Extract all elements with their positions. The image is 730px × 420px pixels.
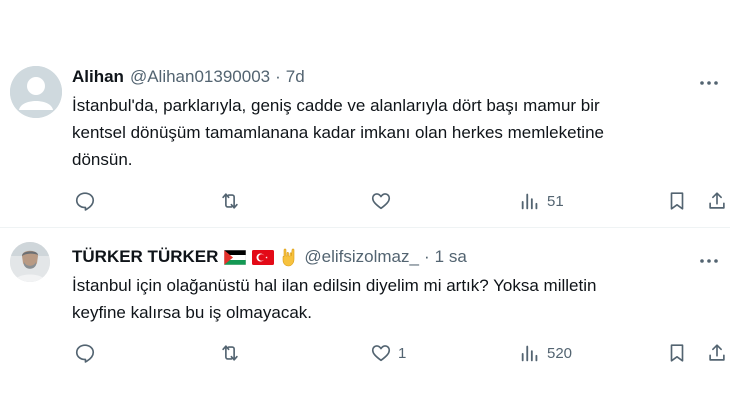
bookmark-button[interactable]	[666, 189, 688, 213]
tweet[interactable]: TÜRKER TÜRKER @elifsizolmaz_ · 1 sa İsta…	[0, 228, 730, 420]
turkey-flag-icon	[252, 249, 275, 265]
like-button[interactable]: 1	[370, 341, 406, 365]
separator: ·	[275, 67, 281, 86]
timestamp[interactable]: 1 sa	[435, 247, 467, 267]
share-button[interactable]	[706, 189, 728, 213]
share-icon	[709, 344, 725, 361]
avatar[interactable]	[10, 66, 62, 118]
timestamp[interactable]: 7d	[286, 67, 305, 87]
author-name[interactable]: Alihan	[72, 67, 124, 87]
bookmark-icon	[670, 344, 684, 362]
like-icon	[371, 345, 391, 362]
palestine-flag-icon	[224, 249, 247, 265]
tweet-text: İstanbul'da, parklarıyla, geniş cadde ve…	[72, 96, 604, 169]
author-handle[interactable]: @elifsizolmaz_	[304, 247, 419, 267]
rock-on-hand-icon	[280, 247, 298, 267]
tweet-actions: 1 520	[72, 341, 730, 365]
bookmark-button[interactable]	[666, 341, 688, 365]
profile-photo	[10, 242, 50, 282]
view-count: 51	[547, 192, 564, 210]
reply-icon	[75, 344, 95, 363]
reply-button[interactable]	[74, 341, 102, 365]
bookmark-icon	[670, 192, 684, 210]
separator: ·	[423, 247, 430, 266]
views-button[interactable]: 51	[519, 189, 564, 213]
like-button[interactable]	[370, 189, 398, 213]
share-icon	[709, 192, 725, 209]
tweet[interactable]: Alihan @Alihan01390003 · 7d İstanbul'da,…	[0, 52, 730, 227]
retweet-button[interactable]	[219, 189, 247, 213]
tweet-header: Alihan @Alihan01390003 · 7d	[72, 66, 305, 88]
retweet-button[interactable]	[219, 341, 247, 365]
views-icon	[521, 345, 538, 362]
views-icon	[521, 193, 538, 210]
like-count: 1	[398, 344, 407, 362]
avatar[interactable]	[10, 242, 50, 282]
tweet-text: İstanbul için olağanüstü hal ilan edilsi…	[72, 276, 597, 322]
like-icon	[371, 193, 391, 210]
author-name[interactable]: TÜRKER TÜRKER	[72, 247, 218, 267]
tweet-actions: 51	[72, 189, 730, 213]
retweet-icon	[222, 193, 238, 209]
reply-button[interactable]	[74, 189, 102, 213]
views-button[interactable]: 520	[519, 341, 572, 365]
reply-icon	[75, 192, 95, 211]
retweet-icon	[222, 345, 238, 361]
tweet-header: TÜRKER TÜRKER @elifsizolmaz_ · 1 sa	[72, 246, 467, 268]
share-button[interactable]	[706, 341, 728, 365]
view-count: 520	[547, 344, 573, 362]
more-icon[interactable]	[698, 72, 720, 94]
default-profile-icon	[10, 66, 62, 118]
more-icon[interactable]	[698, 250, 720, 272]
author-handle[interactable]: @Alihan01390003	[130, 67, 270, 87]
